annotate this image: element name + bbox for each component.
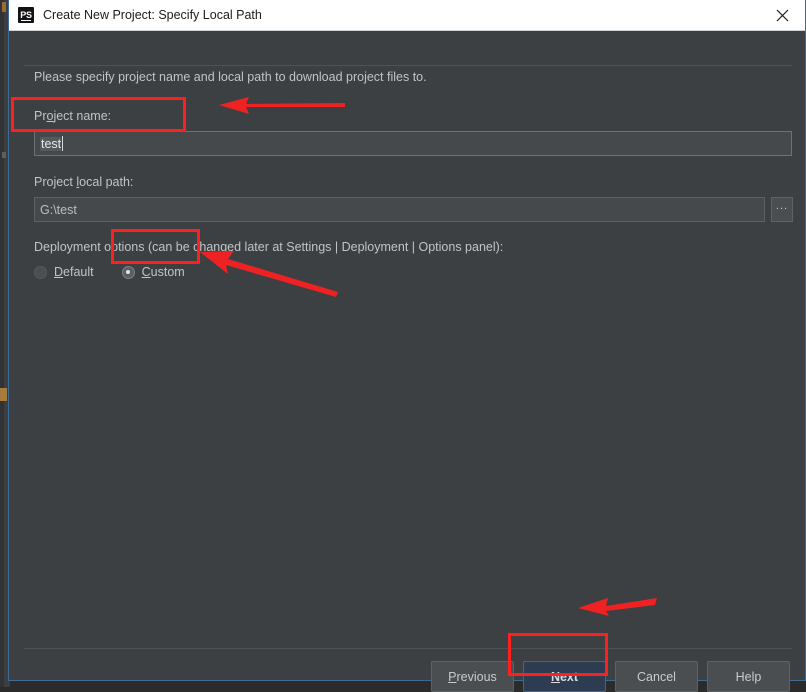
project-name-label: Project name: [34,109,112,123]
deployment-options-radio-group: Default Custom [34,265,185,279]
ide-artifact [0,388,7,401]
ide-artifact [2,152,6,158]
radio-circle-selected-icon [121,265,135,279]
cancel-button[interactable]: Cancel [615,661,698,692]
project-name-input[interactable]: test [34,131,792,156]
radio-default[interactable]: Default [34,265,94,279]
separator-bottom [24,648,792,649]
ide-artifact [2,2,6,12]
deployment-options-label: Deployment options (can be changed later… [34,240,504,254]
project-local-path-input[interactable]: G:\test [34,197,765,222]
text-caret [62,136,64,151]
dialog-body: Please specify project name and local pa… [9,31,805,692]
project-local-path-label: Project local path: [34,175,134,189]
help-button[interactable]: Help [707,661,790,692]
project-local-path-value: G:\test [40,202,77,217]
dialog-title: Create New Project: Specify Local Path [43,8,262,22]
radio-custom[interactable]: Custom [121,265,185,279]
dialog-button-bar: Previous Next Cancel Help [422,661,790,692]
dialog-intro-text: Please specify project name and local pa… [34,70,427,84]
ide-left-gutter [0,0,4,687]
radio-custom-label: Custom [141,265,185,279]
separator-top [24,65,792,66]
previous-button[interactable]: Previous [431,661,514,692]
next-button[interactable]: Next [523,661,606,692]
phpstorm-ps-icon: PS [18,7,34,23]
radio-default-label: Default [54,265,94,279]
close-icon[interactable] [759,0,805,30]
radio-circle-icon [34,265,47,279]
browse-folder-button[interactable]: ... [771,197,793,222]
create-new-project-dialog: PS Create New Project: Specify Local Pat… [8,0,806,692]
project-name-value: test [40,136,62,151]
dialog-titlebar: PS Create New Project: Specify Local Pat… [9,0,805,31]
